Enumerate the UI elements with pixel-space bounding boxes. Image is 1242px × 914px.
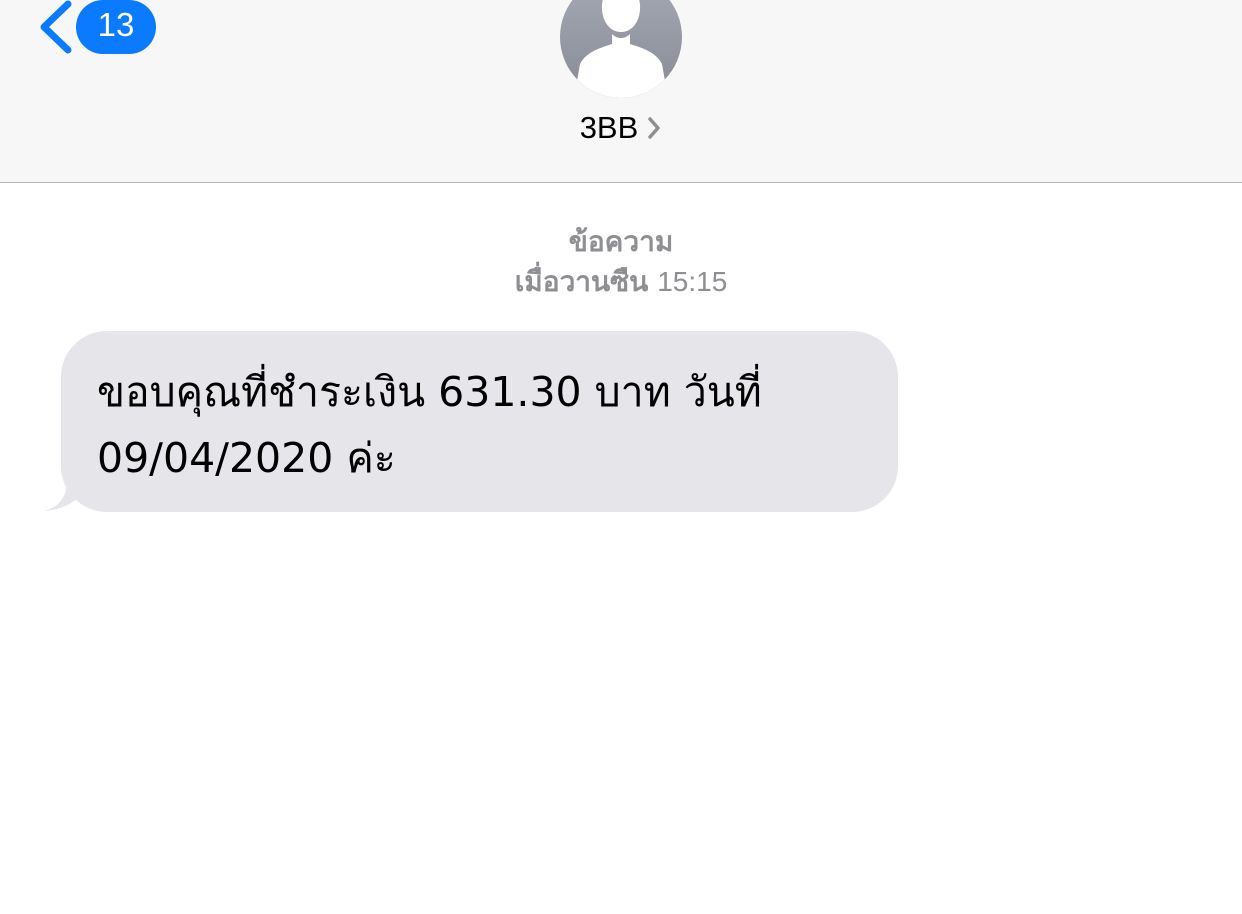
message-line: 09/04/2020 ค่ะ <box>97 434 396 482</box>
conversation-header: 13 3BB <box>0 0 1242 183</box>
unread-count-badge: 13 <box>76 0 156 54</box>
message-bubble[interactable]: ขอบคุณที่ชำระเงิน 631.30 บาท วันที่ 09/0… <box>61 331 898 512</box>
service-label: ข้อความ <box>568 225 674 258</box>
chevron-right-icon <box>648 117 661 139</box>
person-silhouette-icon <box>574 0 668 98</box>
message-line: ขอบคุณที่ชำระเงิน 631.30 บาท วันที่ <box>97 368 762 416</box>
contact-avatar[interactable] <box>560 0 682 98</box>
contact-name-button[interactable]: 3BB <box>0 110 1242 158</box>
contact-name: 3BB <box>579 110 639 145</box>
date-time-line: เมื่อวานซืน 15:15 <box>0 262 1242 302</box>
chevron-left-icon <box>40 0 72 54</box>
day-label: เมื่อวานซืน <box>514 265 649 298</box>
message-timestamp: ข้อความ เมื่อวานซืน 15:15 <box>0 222 1242 302</box>
back-button[interactable]: 13 <box>34 0 164 58</box>
time-label: 15:15 <box>657 266 728 297</box>
